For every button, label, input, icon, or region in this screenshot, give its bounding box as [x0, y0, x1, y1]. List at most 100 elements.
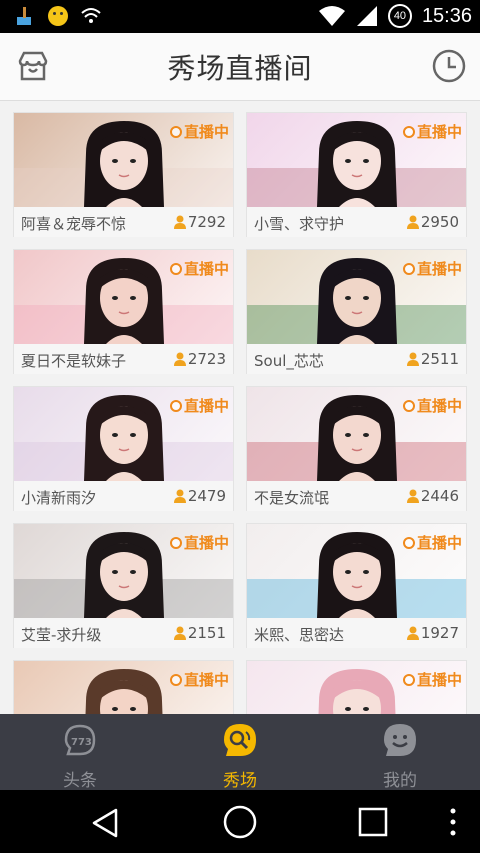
- room-name: Soul_芯芯: [254, 352, 324, 370]
- room-name: 小雪、求守护: [254, 215, 345, 233]
- viewer-count-value: 2723: [187, 350, 226, 368]
- live-dot-icon: [402, 125, 415, 138]
- viewer-count-value: 2511: [420, 350, 459, 368]
- room-info-bar: 米熙、思密达 1927: [247, 618, 466, 648]
- live-dot-icon: [402, 262, 415, 275]
- live-room-card[interactable]: 直播中不是女流氓 2446: [246, 386, 467, 511]
- live-label: 直播中: [183, 260, 229, 278]
- recents-icon[interactable]: [357, 806, 389, 838]
- live-label: 直播中: [183, 671, 229, 689]
- room-thumbnail: 直播中: [247, 524, 466, 618]
- viewer-count: 2511: [406, 350, 459, 368]
- bottom-nav: 773 头条 秀场 我的: [0, 714, 480, 791]
- person-icon: [173, 626, 186, 640]
- wifi-small-icon: [81, 8, 101, 23]
- person-icon: [173, 215, 186, 229]
- clock-icon: [432, 49, 466, 83]
- live-dot-icon: [169, 536, 182, 549]
- wifi-icon: [318, 6, 345, 26]
- live-room-card[interactable]: 直播中小清新雨汐 2479: [13, 386, 234, 511]
- home-icon[interactable]: [222, 804, 258, 840]
- battery-icon: 40: [387, 4, 412, 28]
- person-icon: [406, 626, 419, 640]
- viewer-count-value: 2479: [187, 487, 226, 505]
- live-badge: 直播中: [169, 669, 229, 690]
- status-bar: 40 15:36: [0, 0, 480, 33]
- live-dot-icon: [169, 399, 182, 412]
- person-icon: [173, 352, 186, 366]
- room-thumbnail: 直播中: [14, 524, 233, 618]
- room-info-bar: 阿喜＆宠辱不惊 7292: [14, 207, 233, 237]
- live-room-card[interactable]: 直播中夏日不是软妹子 2723: [13, 249, 234, 374]
- room-thumbnail: 直播中: [247, 113, 466, 207]
- live-label: 直播中: [416, 260, 462, 278]
- live-room-card[interactable]: 直播中小雪、求守护 2950: [246, 112, 467, 237]
- room-thumbnail: 直播中: [14, 387, 233, 481]
- broom-icon: [17, 7, 31, 25]
- person-icon: [406, 352, 419, 366]
- nav-label-mine: 我的: [383, 771, 417, 791]
- room-info-bar: 夏日不是软妹子 2723: [14, 344, 233, 374]
- page-title: 秀场直播间: [167, 52, 313, 85]
- room-info-bar: Soul_芯芯 2511: [247, 344, 466, 374]
- live-dot-icon: [402, 399, 415, 412]
- live-room-card[interactable]: 直播中艾莹-求升级 2151: [13, 523, 234, 648]
- room-thumbnail: 直播中: [14, 250, 233, 344]
- viewer-count-value: 2446: [420, 487, 459, 505]
- system-nav-bar: [0, 790, 480, 853]
- person-icon: [406, 215, 419, 229]
- person-icon: [173, 489, 186, 503]
- room-info-bar: 不是女流氓 2446: [247, 481, 466, 511]
- room-name: 夏日不是软妹子: [21, 352, 127, 370]
- room-thumbnail: 直播中: [247, 661, 466, 714]
- viewer-count-value: 7292: [187, 213, 226, 231]
- headline-icon: 773: [64, 724, 96, 756]
- room-info-bar: 小清新雨汐 2479: [14, 481, 233, 511]
- live-badge: 直播中: [402, 121, 462, 142]
- live-badge: 直播中: [402, 669, 462, 690]
- viewer-count: 2479: [173, 487, 226, 505]
- live-label: 直播中: [183, 397, 229, 415]
- room-thumbnail: 直播中: [14, 661, 233, 714]
- viewer-count: 1927: [406, 624, 459, 642]
- room-name: 艾莹-求升级: [21, 626, 102, 644]
- header: 秀场直播间: [0, 33, 480, 101]
- live-dot-icon: [402, 536, 415, 549]
- live-label: 直播中: [416, 123, 462, 141]
- live-badge: 直播中: [169, 395, 229, 416]
- live-label: 直播中: [183, 123, 229, 141]
- viewer-count: 2723: [173, 350, 226, 368]
- live-badge: 直播中: [402, 258, 462, 279]
- more-icon[interactable]: [447, 806, 459, 838]
- nav-label-show: 秀场: [223, 771, 257, 791]
- live-label: 直播中: [416, 534, 462, 552]
- viewer-count: 2446: [406, 487, 459, 505]
- live-room-card[interactable]: 直播中: [246, 660, 467, 714]
- live-badge: 直播中: [402, 395, 462, 416]
- viewer-count-value: 2950: [420, 213, 459, 231]
- viewer-count: 2950: [406, 213, 459, 231]
- nav-label-headline: 头条: [63, 771, 97, 791]
- nav-item-headline[interactable]: 773 头条: [20, 718, 140, 791]
- signal-icon: [356, 6, 377, 26]
- nav-item-show[interactable]: 秀场: [180, 718, 300, 791]
- live-badge: 直播中: [169, 258, 229, 279]
- emoji-icon: [48, 6, 68, 26]
- live-room-card[interactable]: 直播中 Soul_芯芯 2511: [246, 249, 467, 374]
- live-label: 直播中: [416, 671, 462, 689]
- viewer-count: 2151: [173, 624, 226, 642]
- back-icon[interactable]: [88, 806, 122, 840]
- live-room-card[interactable]: 直播中米熙、思密达 1927: [246, 523, 467, 648]
- room-name: 米熙、思密达: [254, 626, 345, 644]
- room-thumbnail: 直播中: [247, 387, 466, 481]
- live-room-card[interactable]: 直播中: [13, 660, 234, 714]
- room-name: 小清新雨汐: [21, 489, 97, 507]
- person-icon: [406, 489, 419, 503]
- history-button[interactable]: [430, 47, 468, 85]
- live-badge: 直播中: [169, 121, 229, 142]
- profile-icon: [384, 724, 416, 756]
- room-info-bar: 艾莹-求升级 2151: [14, 618, 233, 648]
- nav-item-mine[interactable]: 我的: [340, 718, 460, 791]
- room-name: 阿喜＆宠辱不惊: [21, 215, 127, 233]
- live-room-card[interactable]: 直播中阿喜＆宠辱不惊 7292: [13, 112, 234, 237]
